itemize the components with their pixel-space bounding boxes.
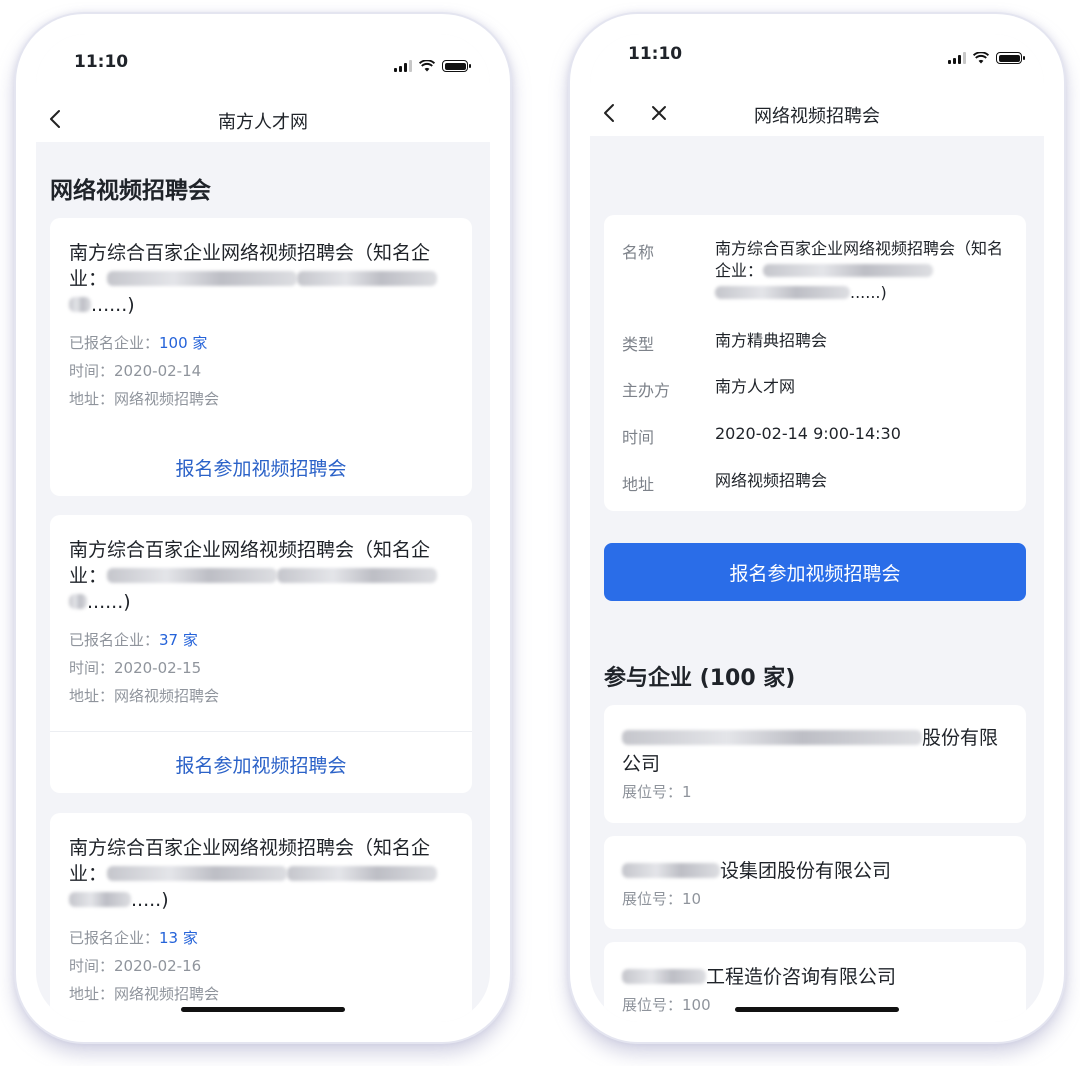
- status-bar: 11:10: [36, 34, 490, 96]
- company-name: 设集团股份有限公司: [622, 858, 1006, 884]
- register-link[interactable]: 报名参加视频招聘会: [50, 454, 472, 481]
- phone-screen-left: 11:10 南方人才网 网络视频招聘会 南方综合百家企业网络视频招聘会（知名企业…: [36, 34, 490, 1022]
- info-label-organizer: 主办方: [622, 381, 671, 400]
- company-card[interactable]: 设集团股份有限公司 展位号：10: [604, 836, 1026, 929]
- info-label-name: 名称: [622, 243, 655, 262]
- blurred-companies: [297, 271, 438, 286]
- companies-title: 参与企业 (100 家): [604, 666, 796, 691]
- company-name: 股份有限公司: [622, 727, 999, 775]
- company-card[interactable]: 股份有限公司 展位号：1: [604, 705, 1026, 823]
- phone-screen-right: 11:10 网络视频招聘会 名称 南方综合百家企业网络视频招聘会（知名企业：..…: [590, 34, 1044, 1022]
- register-link[interactable]: 报名参加视频招聘会: [50, 751, 472, 778]
- status-time: 11:10: [628, 44, 683, 64]
- nav-bar: 网络视频招聘会: [590, 90, 1044, 136]
- fair-info-card: 名称 南方综合百家企业网络视频招聘会（知名企业：......) 类型 南方精典招…: [604, 215, 1026, 511]
- wifi-icon: [419, 60, 435, 72]
- booth-number: 展位号：10: [622, 890, 702, 908]
- fair-card[interactable]: 南方综合百家企业网络视频招聘会（知名企业：......) 已报名企业：37 家 …: [50, 515, 472, 793]
- fair-address: 地址：网络视频招聘会: [69, 390, 220, 408]
- fair-card-title[interactable]: 南方综合百家企业网络视频招聘会（知名企业：......): [69, 537, 454, 615]
- blurred-company-name: [622, 969, 706, 984]
- info-label-address: 地址: [622, 475, 655, 494]
- home-indicator: [735, 1007, 899, 1012]
- phone-frame-left: 11:10 南方人才网 网络视频招聘会 南方综合百家企业网络视频招聘会（知名企业…: [16, 14, 510, 1042]
- signal-icon: [394, 60, 412, 72]
- booth-number: 展位号：100: [622, 996, 711, 1014]
- wifi-icon: [973, 52, 989, 64]
- info-value-address: 网络视频招聘会: [715, 471, 828, 490]
- status-time: 11:10: [74, 52, 129, 72]
- info-value-type: 南方精典招聘会: [715, 331, 828, 350]
- blurred-companies: [69, 892, 131, 907]
- info-value-name: 南方综合百家企业网络视频招聘会（知名企业：......): [715, 239, 1004, 302]
- company-name: 工程造价咨询有限公司: [622, 964, 1006, 990]
- blurred-companies: [107, 568, 278, 583]
- fair-time: 时间：2020-02-14: [69, 362, 202, 380]
- registered-count: 已报名企业：13 家: [69, 929, 198, 947]
- signal-icon: [948, 52, 966, 64]
- info-value-time: 2020-02-14 9:00-14:30: [715, 424, 901, 443]
- section-title: 网络视频招聘会: [50, 178, 211, 204]
- blurred-companies: [277, 568, 438, 583]
- fair-address: 地址：网络视频招聘会: [69, 687, 220, 705]
- blurred-companies: [763, 264, 934, 277]
- blurred-companies: [287, 866, 438, 881]
- blurred-companies: [107, 866, 288, 881]
- fair-card-title[interactable]: 南方综合百家企业网络视频招聘会（知名企业：.....): [69, 835, 454, 913]
- battery-icon: [442, 60, 471, 72]
- blurred-companies: [69, 594, 87, 609]
- blurred-companies: [715, 286, 850, 299]
- info-label-time: 时间: [622, 428, 655, 447]
- fair-time: 时间：2020-02-15: [69, 659, 202, 677]
- blurred-company-name: [622, 730, 922, 745]
- fair-address: 地址：网络视频招聘会: [69, 985, 220, 1003]
- fair-card-title[interactable]: 南方综合百家企业网络视频招聘会（知名企业：......): [69, 240, 454, 318]
- phone-frame-right: 11:10 网络视频招聘会 名称 南方综合百家企业网络视频招聘会（知名企业：..…: [570, 14, 1064, 1042]
- fair-time: 时间：2020-02-16: [69, 957, 202, 975]
- nav-title: 南方人才网: [218, 112, 308, 133]
- registered-count: 已报名企业：37 家: [69, 631, 198, 649]
- registered-count: 已报名企业：100 家: [69, 334, 208, 352]
- info-value-organizer: 南方人才网: [715, 377, 796, 396]
- register-button[interactable]: 报名参加视频招聘会: [604, 543, 1026, 601]
- battery-icon: [996, 52, 1025, 64]
- home-indicator: [181, 1007, 345, 1012]
- booth-number: 展位号：1: [622, 783, 692, 801]
- fair-card[interactable]: 南方综合百家企业网络视频招聘会（知名企业：......) 已报名企业：100 家…: [50, 218, 472, 496]
- status-bar: 11:10: [590, 34, 1044, 96]
- blurred-companies: [69, 297, 91, 312]
- nav-title: 网络视频招聘会: [754, 106, 880, 127]
- nav-bar: 南方人才网: [36, 96, 490, 142]
- blurred-companies: [107, 271, 298, 286]
- blurred-company-name: [622, 863, 720, 878]
- info-label-type: 类型: [622, 335, 655, 354]
- fair-card[interactable]: 南方综合百家企业网络视频招聘会（知名企业：.....) 已报名企业：13 家 时…: [50, 813, 472, 1022]
